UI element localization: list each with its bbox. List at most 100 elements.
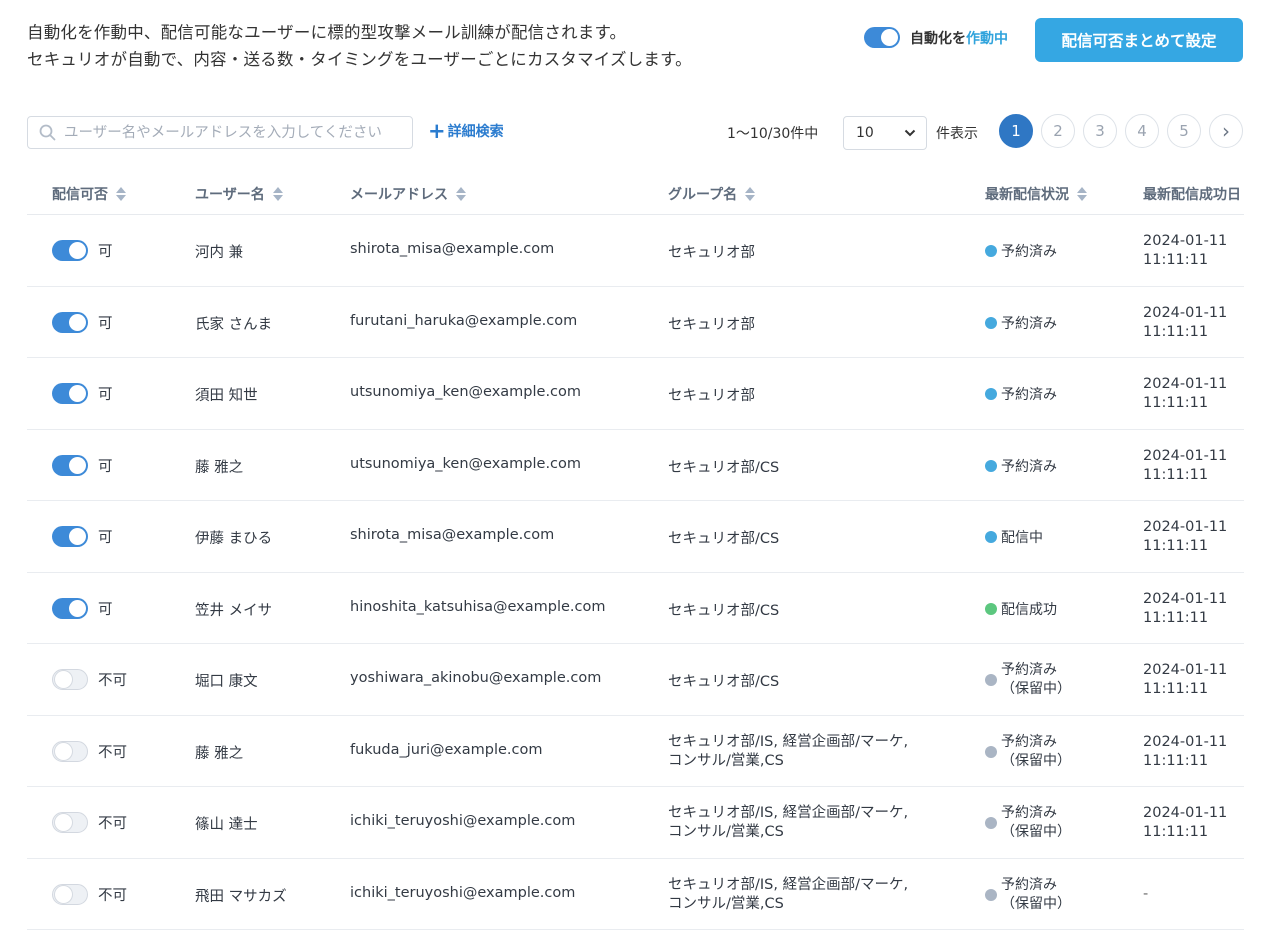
bulk-setting-button[interactable]: 配信可否まとめて設定 — [1035, 18, 1243, 62]
delivery-toggle[interactable] — [52, 740, 88, 762]
user-email: furutani_haruka@example.com — [350, 312, 578, 329]
table-row: 可 河内 兼 shirota_misa@example.com セキュリオ部 予約済み 2… — [27, 215, 1244, 287]
automation-toggle[interactable] — [864, 27, 900, 48]
group-name: セキュリオ部/IS, 経営企画部/マーケ, コンサル/営業,CS — [668, 733, 908, 771]
date-line: 2024-01-11 — [1143, 304, 1228, 321]
column-header-label: グループ名 — [668, 187, 738, 203]
user-email: ichiki_teruyoshi@example.com — [350, 884, 576, 901]
group-name: セキュリオ部 — [668, 241, 755, 262]
page-button-2[interactable]: 2 — [1041, 114, 1075, 148]
date-line: 2024-01-11 — [1143, 805, 1228, 821]
group-name-line: セキュリオ部/IS, 経営企画部/マーケ, — [668, 876, 909, 893]
group-name: セキュリオ部 — [668, 313, 755, 334]
delivery-toggle[interactable] — [52, 454, 88, 476]
delivery-toggle[interactable] — [52, 240, 88, 261]
delivery-toggle[interactable] — [52, 526, 88, 547]
status-text-line: 配信中 — [1001, 530, 1043, 546]
time-line: 11:11:11 — [1143, 538, 1209, 554]
search-icon — [39, 124, 56, 141]
delivery-toggle-cell: 不可 — [52, 883, 127, 905]
per-page-select[interactable]: 10 — [843, 116, 927, 150]
user-name: 藤 雅之 — [195, 459, 244, 476]
user-name: 笠井 メイサ — [195, 602, 273, 619]
delivery-toggle-label: 不可 — [98, 816, 127, 832]
status-text-line: （保留中） — [1001, 681, 1071, 697]
column-header-date[interactable]: 最新配信成功日 — [1143, 184, 1244, 204]
table-row: 可 須田 知世 utsunomiya_ken@example.com セキュリオ部 予約… — [27, 358, 1244, 430]
status-dot-icon — [985, 459, 997, 472]
date-line: 2024-01-11 — [1143, 662, 1228, 678]
page-button-4[interactable]: 4 — [1125, 114, 1159, 148]
delivery-toggle-cell: 不可 — [52, 812, 127, 833]
delivery-toggle[interactable] — [52, 383, 88, 404]
delivery-status: 予約済み — [985, 456, 1057, 476]
page-button-3[interactable]: 3 — [1083, 114, 1117, 148]
description: 自動化を作動中、配信可能なユーザーに標的型攻撃メール訓練が配信されます。 セキュ… — [27, 19, 692, 73]
user-email: fukuda_juri@example.com — [350, 741, 543, 758]
user-email: yoshiwara_akinobu@example.com — [350, 670, 602, 686]
page-button-1[interactable]: 1 — [999, 114, 1033, 148]
sort-icon — [456, 187, 466, 201]
delivery-status: 予約済み （保留中） — [985, 876, 1071, 914]
table-row: 可 笠井 メイサ hinoshita_katsuhisa@example.com セキ… — [27, 573, 1244, 644]
column-header-status[interactable]: 最新配信状況 — [985, 184, 1087, 204]
user-email: utsunomiya_ken@example.com — [350, 455, 582, 472]
last-success-date: 2024-01-11 11:11:11 — [1143, 447, 1227, 485]
user-name: 篠山 達士 — [195, 817, 258, 833]
search-input[interactable] — [62, 123, 406, 142]
column-header-group[interactable]: グループ名 — [668, 184, 756, 204]
next-page-button[interactable]: › — [1209, 114, 1243, 148]
last-success-date: 2024-01-11 11:11:11 — [1143, 590, 1227, 628]
time-line: 11:11:11 — [1143, 609, 1209, 626]
delivery-status: 予約済み — [985, 313, 1057, 333]
delivery-toggle-label: 不可 — [98, 887, 127, 904]
delivery-toggle[interactable] — [52, 883, 88, 905]
status-text-line: 予約済み — [1001, 805, 1057, 821]
delivery-toggle-label: 可 — [98, 530, 113, 546]
status-text: 予約済み （保留中） — [1001, 804, 1071, 842]
sort-icon — [116, 187, 126, 201]
status-text-line: （保留中） — [1001, 824, 1071, 840]
user-name: 氏家 さんま — [195, 316, 273, 333]
description-line-1: 自動化を作動中、配信可能なユーザーに標的型攻撃メール訓練が配信されます。 — [27, 23, 627, 42]
column-header-email[interactable]: メールアドレス — [350, 184, 466, 204]
result-count: 1〜10/30件中 — [727, 126, 819, 142]
status-dot-icon — [985, 817, 997, 829]
toggle-knob — [55, 742, 72, 760]
delivery-toggle[interactable] — [52, 812, 88, 833]
status-dot-icon — [985, 245, 997, 257]
status-text: 予約済み — [1001, 313, 1057, 333]
column-header-label: 最新配信成功日 — [1143, 187, 1241, 203]
group-name-line: コンサル/営業,CS — [668, 895, 784, 912]
table-row: 不可 藤 雅之 fukuda_juri@example.com セキュリオ部/IS, … — [27, 716, 1244, 787]
column-header-label: ユーザー名 — [195, 187, 265, 203]
status-text-line: 予約済み — [1001, 733, 1057, 750]
last-success-date: - — [1143, 885, 1148, 904]
last-success-date: 2024-01-11 11:11:11 — [1143, 733, 1227, 771]
group-name: セキュリオ部/CS — [668, 527, 779, 548]
group-name-line: セキュリオ部/CS — [668, 459, 780, 476]
column-header-name[interactable]: ユーザー名 — [195, 184, 283, 204]
sort-icon — [745, 187, 756, 201]
delivery-toggle[interactable] — [52, 597, 88, 619]
delivery-toggle-cell: 不可 — [52, 669, 127, 690]
status-text-line: 予約済み — [1001, 315, 1057, 332]
advanced-search-link[interactable]: + 詳細検索 — [428, 121, 504, 142]
delivery-toggle[interactable] — [52, 311, 88, 333]
group-name: セキュリオ部/CS — [668, 599, 779, 620]
status-text-line: （保留中） — [1001, 752, 1071, 769]
delivery-status: 配信成功 — [985, 599, 1057, 619]
delivery-toggle[interactable] — [52, 669, 88, 690]
group-name: セキュリオ部 — [668, 384, 755, 405]
description-line-2: セキュリオが自動で、内容・送る数・タイミングをユーザーごとにカスタマイズします。 — [27, 50, 692, 69]
column-header-toggle[interactable]: 配信可否 — [52, 184, 126, 204]
delivery-toggle-label: 不可 — [98, 673, 127, 689]
sort-icon — [1077, 187, 1087, 201]
page-button-5[interactable]: 5 — [1167, 114, 1201, 148]
user-email: ichiki_teruyoshi@example.com — [350, 813, 576, 829]
delivery-toggle-cell: 可 — [52, 311, 113, 333]
status-dot-icon — [985, 888, 997, 901]
group-name-line: コンサル/営業,CS — [668, 824, 784, 840]
time-line: 11:11:11 — [1143, 395, 1209, 411]
delivery-toggle-label: 可 — [98, 458, 113, 475]
